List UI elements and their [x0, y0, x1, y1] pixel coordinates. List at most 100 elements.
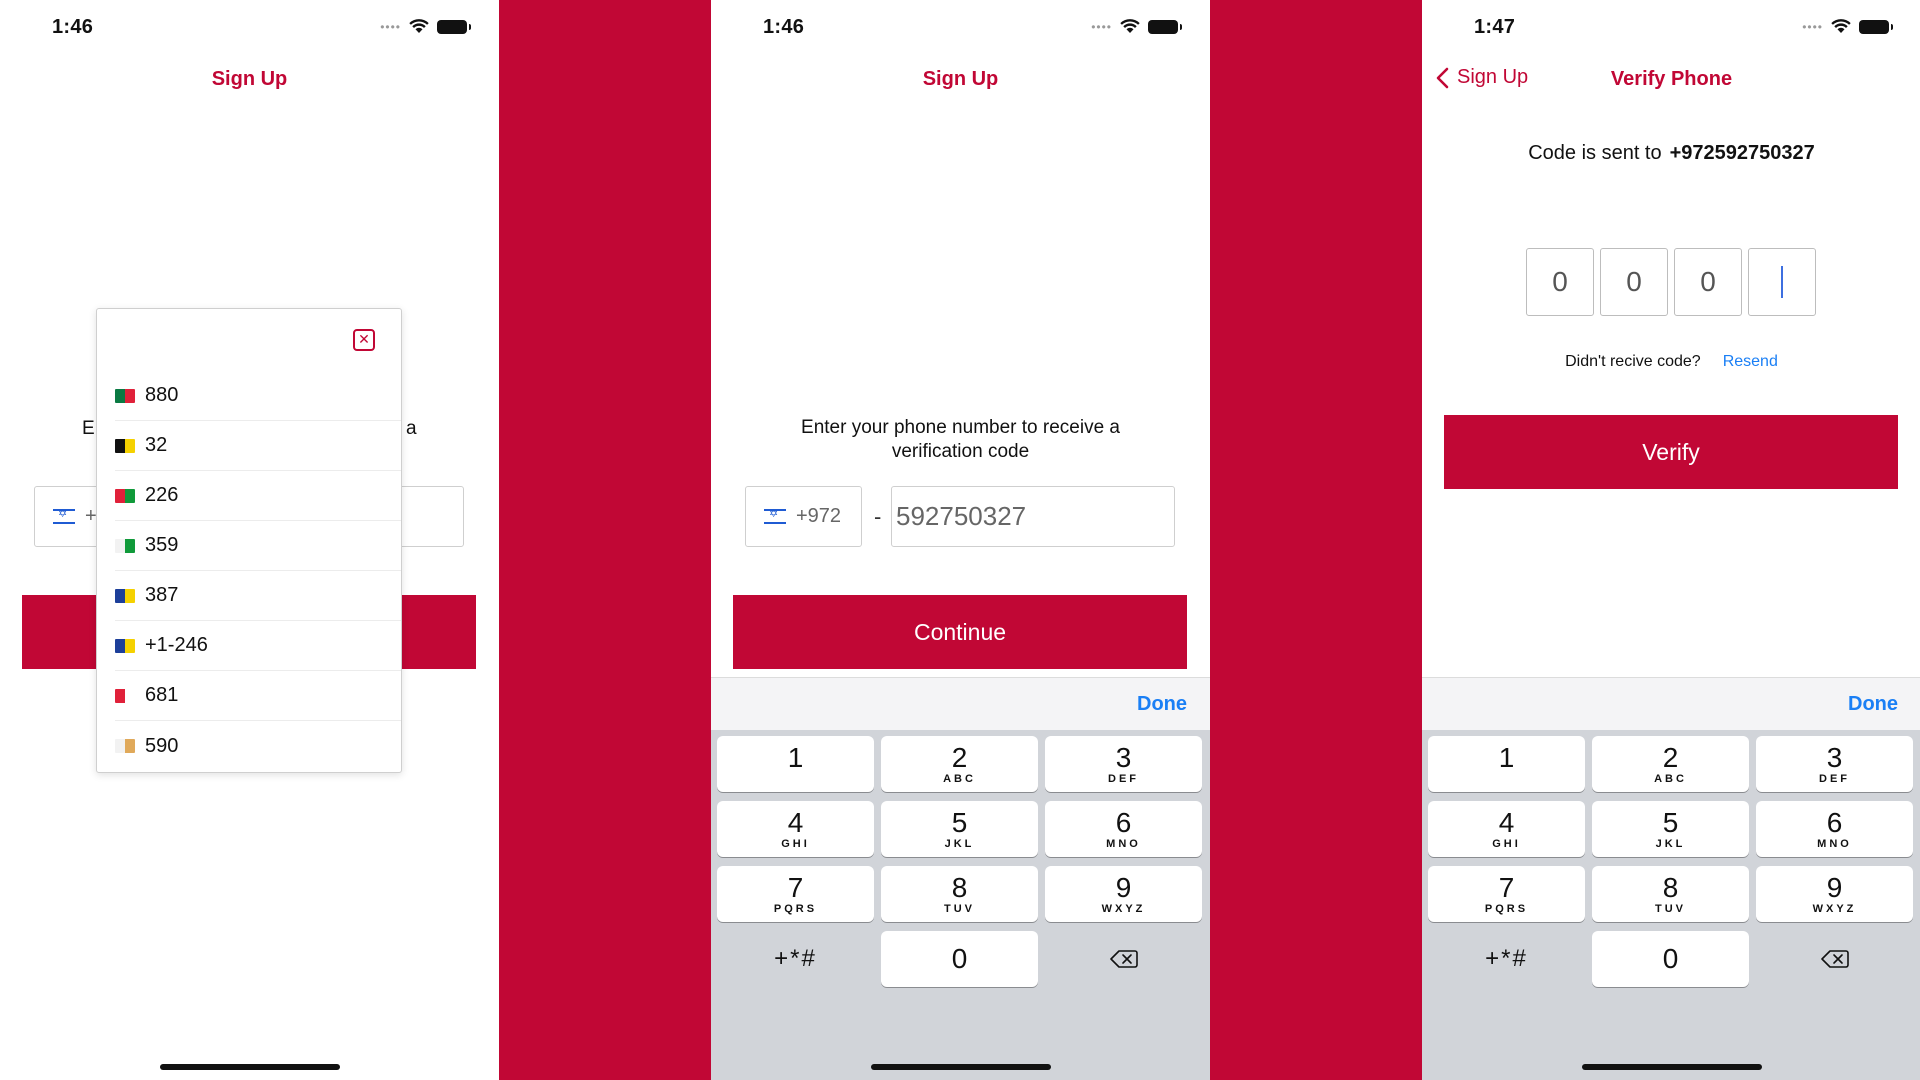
key-9[interactable]: 9 WXYZ	[1045, 866, 1202, 922]
battery-icon	[1148, 19, 1182, 34]
key-letters: GHI	[781, 838, 810, 850]
country-code-value: +	[85, 505, 97, 527]
resend-link[interactable]: Resend	[1723, 353, 1778, 370]
code-sent-number: +972592750327	[1669, 142, 1815, 164]
key-7[interactable]: 7 PQRS	[1428, 866, 1585, 922]
keypad: 1 2 ABC 3 DEF 4 GHI 5 JKL 6 MNO 7 PQRS 8 TUV 9 WXYZ +*# 0	[717, 736, 1202, 987]
key-digit: 9	[1826, 872, 1843, 903]
signup-screen-country-picker: 1:46 •••• Sign Up E a + ✕ 880 32 226 359 387…	[0, 0, 499, 1080]
keyboard-toolbar: Done	[1422, 677, 1920, 730]
key-digit: 0	[951, 943, 968, 974]
key-letters: DEF	[1819, 773, 1850, 785]
status-time: 1:46	[52, 16, 94, 38]
key-8[interactable]: 8 TUV	[1592, 866, 1749, 922]
key-0[interactable]: 0	[1592, 931, 1749, 987]
country-code-label: 880	[145, 384, 179, 406]
wifi-icon	[1831, 19, 1851, 33]
key-7[interactable]: 7 PQRS	[717, 866, 874, 922]
country-list-item[interactable]: 226	[115, 471, 401, 521]
prompt-text-left: E	[82, 418, 95, 439]
code-digit-value: 0	[1626, 266, 1642, 297]
barbados-flag-icon	[115, 638, 135, 653]
key-letters: ABC	[943, 773, 976, 785]
backspace-key[interactable]	[1756, 931, 1913, 987]
key-3[interactable]: 3 DEF	[1045, 736, 1202, 792]
continue-button[interactable]: Continue	[733, 595, 1187, 669]
key-digit: 2	[1662, 742, 1679, 773]
bosnia-flag-icon	[115, 588, 135, 603]
code-digit-box[interactable]: 0	[1674, 248, 1742, 316]
status-icons: ••••	[1802, 19, 1893, 34]
key-digit: 7	[787, 872, 804, 903]
country-list-item[interactable]: 387	[115, 571, 401, 621]
country-list-item[interactable]: 590	[115, 721, 401, 771]
bangladesh-flag-icon	[115, 388, 135, 403]
verify-phone-screen: 1:47 •••• Sign Up Verify Phone Code is s…	[1422, 0, 1920, 1080]
backspace-key[interactable]	[1045, 931, 1202, 987]
country-list-item[interactable]: 32	[115, 421, 401, 471]
prompt-text-right: a	[406, 418, 417, 439]
status-bar: 1:47 ••••	[1422, 16, 1920, 40]
key-1[interactable]: 1	[1428, 736, 1585, 792]
battery-icon	[437, 19, 471, 34]
country-code-label: 359	[145, 534, 179, 556]
key-4[interactable]: 4 GHI	[717, 801, 874, 857]
country-list-item[interactable]: 880	[115, 371, 401, 421]
country-code-label: +1-246	[145, 634, 208, 656]
key-letters: PQRS	[773, 903, 818, 915]
key-digit: 8	[1662, 872, 1679, 903]
country-code-selector[interactable]: +972	[745, 486, 862, 547]
keypad: 1 2 ABC 3 DEF 4 GHI 5 JKL 6 MNO 7 PQRS 8 TUV 9 WXYZ +*# 0	[1428, 736, 1913, 987]
key-letters: DEF	[1108, 773, 1139, 785]
backspace-icon	[1109, 950, 1138, 968]
key-digit: 4	[787, 807, 804, 838]
key-3[interactable]: 3 DEF	[1756, 736, 1913, 792]
done-button[interactable]: Done	[1137, 693, 1187, 716]
country-list-item[interactable]: 681	[115, 671, 401, 721]
key-1[interactable]: 1	[717, 736, 874, 792]
country-list-item[interactable]: 359	[115, 521, 401, 571]
close-icon[interactable]: ✕	[353, 329, 375, 351]
key-5[interactable]: 5 JKL	[1592, 801, 1749, 857]
page-title: Sign Up	[211, 68, 288, 90]
numeric-keyboard: Done 1 2 ABC 3 DEF 4 GHI 5 JKL 6 MNO 7 PQRS 8 TUV 9 WXYZ…	[1422, 677, 1920, 1080]
home-indicator[interactable]	[160, 1064, 340, 1070]
verify-button[interactable]: Verify	[1444, 415, 1898, 489]
phone-number-input[interactable]: 592750327	[891, 486, 1175, 547]
key-digit: 3	[1826, 742, 1843, 773]
code-digit-box[interactable]: 0	[1526, 248, 1594, 316]
key-letters: ABC	[1654, 773, 1687, 785]
key-0[interactable]: 0	[881, 931, 1038, 987]
key-2[interactable]: 2 ABC	[1592, 736, 1749, 792]
code-digit-box[interactable]	[1748, 248, 1816, 316]
status-time: 1:46	[763, 16, 805, 38]
key-symbols[interactable]: +*#	[1428, 931, 1585, 987]
key-4[interactable]: 4 GHI	[1428, 801, 1585, 857]
key-digit: 8	[951, 872, 968, 903]
key-8[interactable]: 8 TUV	[881, 866, 1038, 922]
key-9[interactable]: 9 WXYZ	[1756, 866, 1913, 922]
key-digit: 1	[787, 742, 804, 773]
key-6[interactable]: 6 MNO	[1045, 801, 1202, 857]
key-5[interactable]: 5 JKL	[881, 801, 1038, 857]
key-digit: 6	[1115, 807, 1132, 838]
code-digit-box[interactable]: 0	[1600, 248, 1668, 316]
key-symbols[interactable]: +*#	[717, 931, 874, 987]
resend-row: Didn't recive code? Resend	[1422, 353, 1920, 371]
home-indicator[interactable]	[871, 1064, 1051, 1070]
done-button[interactable]: Done	[1848, 693, 1898, 716]
signup-screen-phone-entry: 1:46 •••• Sign Up Enter your phone numbe…	[711, 0, 1210, 1080]
country-list-item[interactable]: +1-246	[115, 621, 401, 671]
israel-flag-icon	[53, 507, 75, 524]
bulgaria-flag-icon	[115, 538, 135, 553]
burkina-faso-flag-icon	[115, 488, 135, 503]
phone-prompt: Enter your phone number to receive a ver…	[801, 417, 1120, 462]
key-letters: TUV	[944, 903, 975, 915]
key-digit: 1	[1498, 742, 1515, 773]
numeric-keyboard: Done 1 2 ABC 3 DEF 4 GHI 5 JKL 6 MNO 7 PQRS 8 TUV 9 WXYZ…	[711, 677, 1210, 1080]
key-6[interactable]: 6 MNO	[1756, 801, 1913, 857]
home-indicator[interactable]	[1582, 1064, 1762, 1070]
country-code-popup: ✕ 880 32 226 359 387 +1-246 681 590	[96, 308, 402, 773]
text-cursor	[1781, 266, 1783, 298]
key-2[interactable]: 2 ABC	[881, 736, 1038, 792]
